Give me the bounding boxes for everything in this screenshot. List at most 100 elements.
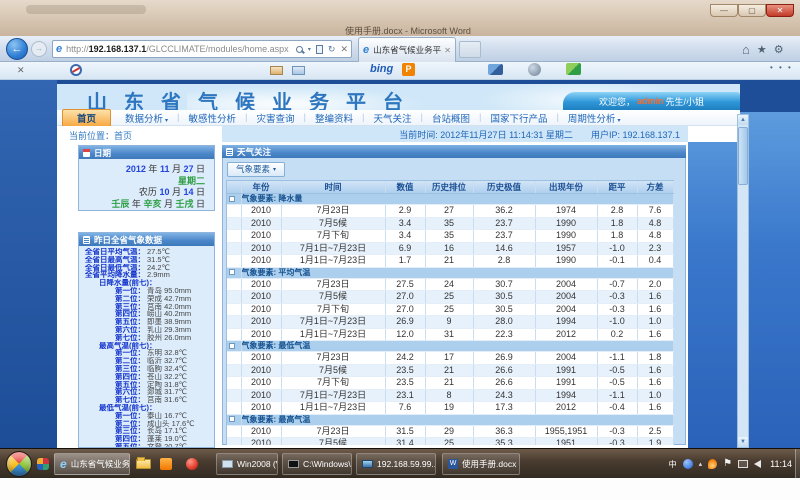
volume-icon[interactable] <box>754 460 761 468</box>
show-desktop-button[interactable] <box>795 449 800 479</box>
table-cell: 23.7 <box>473 217 535 230</box>
task-label: Win2008 (VS2... <box>237 459 278 469</box>
chevron-down-icon[interactable]: ▾ <box>308 46 311 53</box>
stop-icon[interactable]: ✕ <box>340 44 348 55</box>
url-text: http://192.168.137.1/GLCCLIMATE/modules/… <box>66 44 288 54</box>
tray-chevron-icon[interactable]: ▴ <box>699 460 703 468</box>
group-row[interactable]: 气象要素: 平均气温 <box>227 267 673 278</box>
minimize-button[interactable]: — <box>710 4 738 17</box>
tab-close-icon[interactable]: ✕ <box>444 46 451 55</box>
back-button[interactable]: ← <box>6 38 28 60</box>
mail-icon[interactable] <box>270 66 283 75</box>
taskbar-task-4[interactable]: W使用手册.docx .. <box>442 453 520 475</box>
start-button[interactable] <box>6 451 32 477</box>
table-cell: 2010 <box>241 230 281 243</box>
home-icon[interactable]: ⌂ <box>742 42 750 57</box>
table-cell: 2010 <box>241 217 281 230</box>
checkbox[interactable] <box>229 269 235 275</box>
service-icon-1[interactable] <box>488 64 503 75</box>
bing-logo[interactable]: bing <box>370 63 393 75</box>
nav-item-0[interactable]: 首页 <box>62 109 111 127</box>
addon-blocked-icon[interactable] <box>70 64 82 76</box>
taskbar-task-3[interactable]: 192.168.59.99... <box>356 453 436 475</box>
maximize-button[interactable]: ▢ <box>738 4 766 17</box>
tray-flame-icon[interactable] <box>708 459 717 469</box>
weather-row: 第四位：崂山 40.2mm <box>79 310 214 318</box>
nav-item-2[interactable]: 敏感性分析 <box>180 111 246 125</box>
address-bar[interactable]: e http://192.168.137.1/GLCCLIMATE/module… <box>52 40 352 58</box>
table-cell: 1990 <box>535 255 597 268</box>
nav-item-7[interactable]: 国家下行产品 <box>481 111 556 125</box>
taskbar-task-1[interactable]: Win2008 (VS2... <box>216 453 278 475</box>
scroll-down-arrow[interactable]: ▼ <box>738 437 748 447</box>
group-row[interactable]: 气象要素: 降水量 <box>227 194 673 205</box>
table-cell: 17 <box>425 352 473 365</box>
gear-icon[interactable]: ⚙ <box>774 43 784 56</box>
app-red-icon[interactable] <box>186 458 198 470</box>
nav-item-6[interactable]: 台站概图 <box>423 111 479 125</box>
nav-item-5[interactable]: 天气关注 <box>364 111 420 125</box>
clock[interactable]: 11:14 <box>770 459 792 469</box>
forward-button[interactable]: → <box>31 41 47 57</box>
nav-item-4[interactable]: 整编资料 <box>306 111 362 125</box>
main-panel-header: 天气关注 <box>222 145 686 158</box>
checkbox[interactable] <box>229 343 235 349</box>
table-row: 20107月1日~7月23日23.1824.31994-1.11.0 <box>227 389 673 402</box>
bing-badge-icon[interactable]: P <box>402 63 415 76</box>
element-dropdown-button[interactable]: 气象要素 ▾ <box>227 162 285 177</box>
pane-close-icon[interactable]: ✕ <box>17 65 25 76</box>
table-cell: 1951 <box>535 438 597 446</box>
weather-row: 第一位：东明 32.8℃ <box>79 349 214 357</box>
folder-icon[interactable] <box>136 459 151 469</box>
table-row: 20107月23日2.92736.219742.87.6 <box>227 205 673 218</box>
table-cell: -1.0 <box>597 242 637 255</box>
current-time: 当前时间: 2012年11月27日 11:14:31 星期二 <box>399 128 573 141</box>
table-cell: 1月1日~7月23日 <box>281 328 385 341</box>
nav-item-1[interactable]: 数据分析▾ <box>116 111 177 125</box>
table-cell: 7月23日 <box>281 278 385 291</box>
nav-item-3[interactable]: 灾害查询 <box>248 111 304 125</box>
table-row: 20107月下旬3.43523.719901.84.8 <box>227 230 673 243</box>
table-cell: 2010 <box>241 352 281 365</box>
tray-blue-icon[interactable] <box>683 459 693 469</box>
checkbox[interactable] <box>229 196 235 202</box>
compatibility-view-icon[interactable] <box>316 45 323 54</box>
table-cell: 21 <box>425 364 473 377</box>
favorites-star-icon[interactable]: ★ <box>757 43 767 56</box>
taskbar-task-0[interactable]: e山东省气候业务... <box>54 453 130 475</box>
network-icon[interactable] <box>738 460 748 468</box>
table-cell: 2010 <box>241 278 281 291</box>
weather-row: 第二位：荣成 42.7mm <box>79 295 214 303</box>
nav-item-8[interactable]: 周期性分析▾ <box>559 111 630 125</box>
action-center-flag-icon[interactable]: ⚑ <box>723 459 732 469</box>
word-window-titlebar: 使用手册.docx - Microsoft Word — ▢ ✕ <box>0 0 800 36</box>
search-icon[interactable] <box>296 46 303 53</box>
ime-indicator[interactable]: 中 <box>669 459 677 470</box>
envelope-icon[interactable] <box>292 66 305 75</box>
overflow-dots-icon[interactable]: • • • <box>770 63 793 72</box>
group-row[interactable]: 气象要素: 最高气温 <box>227 414 673 425</box>
table-row: 20107月1日~7月23日26.9928.01994-1.01.0 <box>227 316 673 329</box>
group-row[interactable]: 气象要素: 最低气温 <box>227 341 673 352</box>
app-orange-icon[interactable] <box>160 458 172 470</box>
table-cell: 7月23日 <box>281 352 385 365</box>
close-button[interactable]: ✕ <box>766 4 794 17</box>
main-nav: 首页数据分析▾|敏感性分析|灾害查询|整编资料|天气关注|台站概图|国家下行产品… <box>57 110 740 126</box>
taskbar-task-2[interactable]: C:\Windows\s... <box>282 453 352 475</box>
page-scrollbar[interactable]: ▲ ▼ <box>737 114 749 448</box>
refresh-icon[interactable]: ↻ <box>328 44 336 55</box>
browser-command-bar <box>0 62 800 80</box>
word-quick-access-toolbar <box>26 5 146 14</box>
scroll-up-arrow[interactable]: ▲ <box>738 115 748 125</box>
table-cell: 1月1日~7月23日 <box>281 402 385 415</box>
checkbox[interactable] <box>229 416 235 422</box>
new-tab-button[interactable] <box>459 41 481 58</box>
user-ip: 用户IP: 192.168.137.1 <box>591 128 680 141</box>
scrollbar-thumb[interactable] <box>738 127 748 185</box>
browser-tab[interactable]: e 山东省气候业务平... ✕ <box>358 37 456 62</box>
chevron-down-icon: ▾ <box>273 166 276 173</box>
service-icon-2[interactable] <box>528 63 541 76</box>
table-cell: 26.9 <box>385 316 425 329</box>
service-icon-3[interactable] <box>566 63 581 75</box>
quick-launch-icon[interactable] <box>37 458 49 470</box>
